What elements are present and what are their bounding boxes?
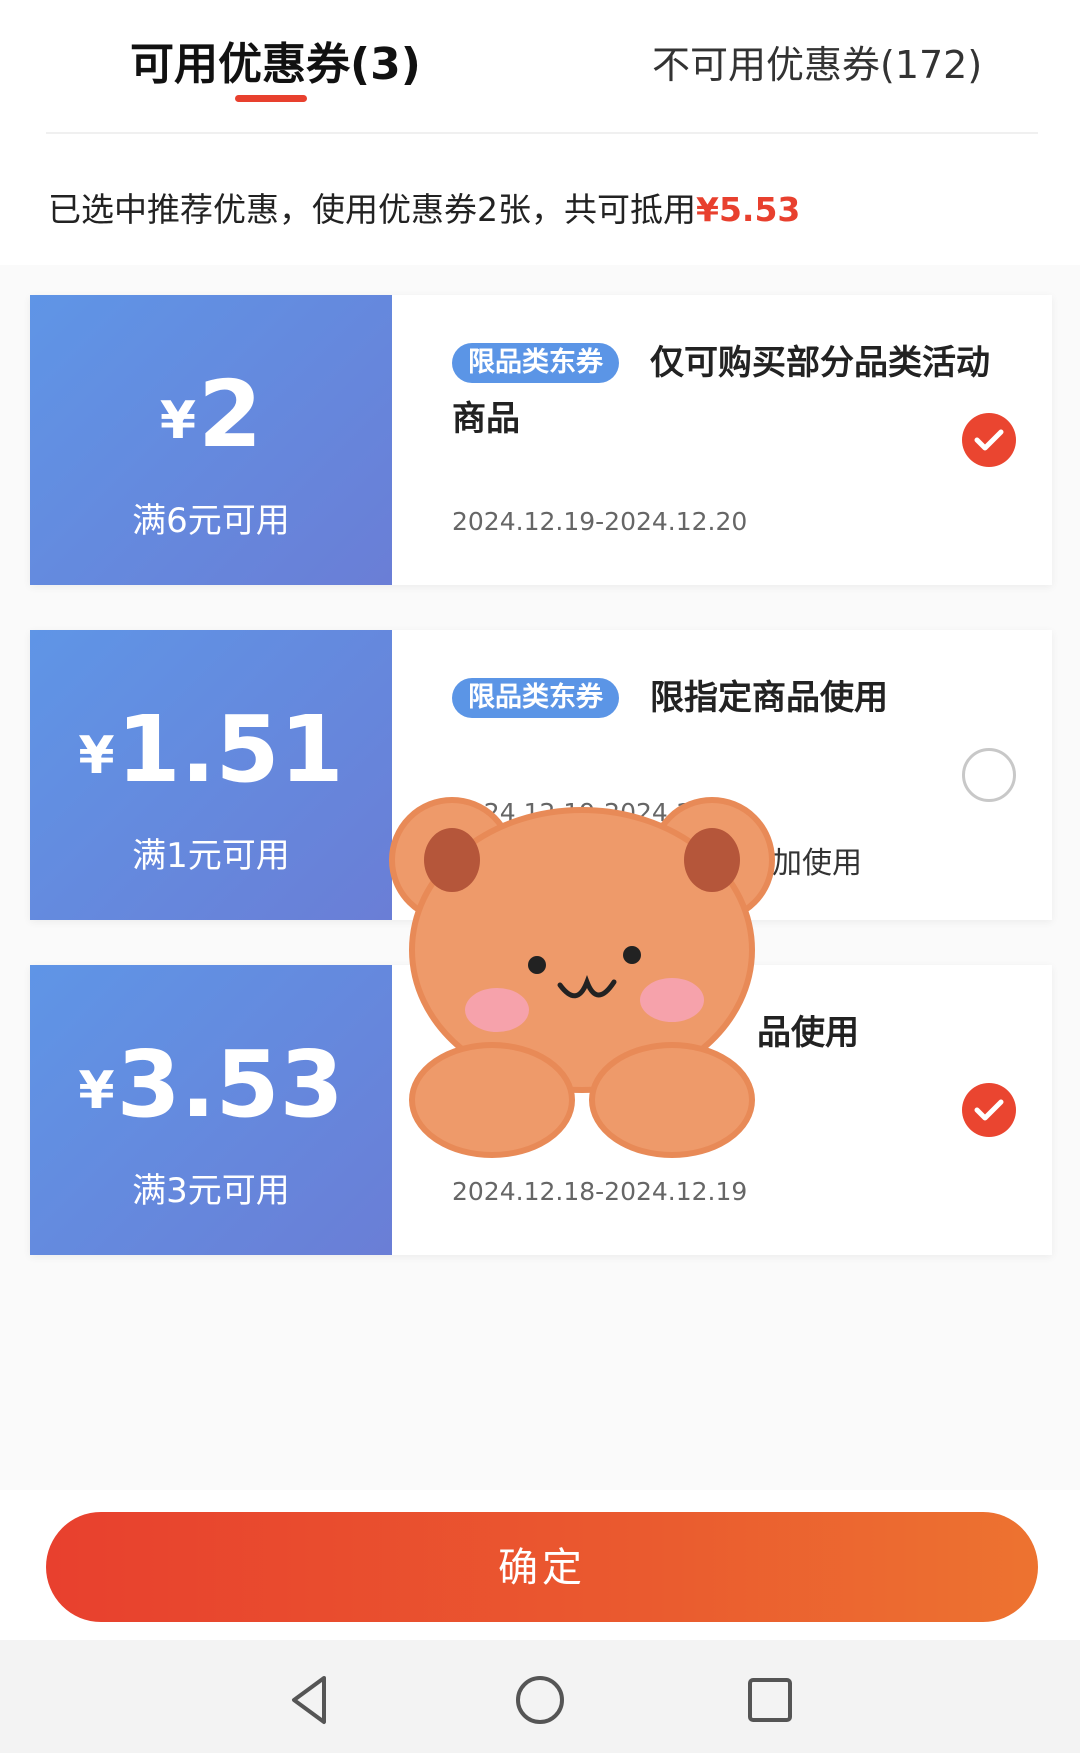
coupon-value-panel: ¥3.53 满3元可用 xyxy=(30,965,392,1255)
coupon-validity: 2024.12.19-2024.12.20 xyxy=(452,507,748,536)
coupon-amount: ¥2 xyxy=(30,365,392,471)
divider xyxy=(46,132,1038,134)
tab-unavailable[interactable]: 不可用优惠券(172) xyxy=(652,34,982,94)
currency-symbol: ¥ xyxy=(78,1061,115,1121)
currency-symbol: ¥ xyxy=(78,726,115,786)
coupon-value: 3.53 xyxy=(116,1031,344,1138)
summary-label: 已选中推荐优惠，使用优惠券2张，共可抵用 xyxy=(48,190,696,229)
coupon-type-badge: 限品类东券 xyxy=(452,678,619,718)
coupon-condition: 满6元可用 xyxy=(132,501,290,541)
recents-square-icon[interactable] xyxy=(740,1670,800,1730)
coupon-condition: 满1元可用 xyxy=(132,836,290,876)
coupon-select-toggle[interactable] xyxy=(962,413,1016,467)
coupon-condition: 满3元可用 xyxy=(132,1171,290,1211)
confirm-bar: 确定 xyxy=(0,1490,1080,1640)
coupon-value-panel: ¥1.51 满1元可用 xyxy=(30,630,392,920)
system-nav-bar xyxy=(0,1640,1080,1753)
home-circle-icon[interactable] xyxy=(510,1670,570,1730)
bear-sticker-icon xyxy=(389,797,775,1158)
confirm-button[interactable]: 确定 xyxy=(46,1512,1038,1622)
check-icon xyxy=(974,1099,1004,1121)
coupon-card[interactable]: ¥2 满6元可用 仅可购买部分品类活动商品 限品类东券 2024.12.19-2… xyxy=(30,295,1052,585)
coupon-type-badge: 限品类东券 xyxy=(452,343,619,383)
back-triangle-icon[interactable] xyxy=(280,1670,340,1730)
selection-summary: 已选中推荐优惠，使用优惠券2张，共可抵用¥5.53 xyxy=(0,135,1080,265)
check-icon xyxy=(974,429,1004,451)
coupon-validity: 2024.12.18-2024.12.19 xyxy=(452,1177,748,1206)
summary-amount: ¥5.53 xyxy=(696,190,801,229)
coupon-amount: ¥3.53 xyxy=(30,1035,392,1141)
coupon-value-panel: ¥2 满6元可用 xyxy=(30,295,392,585)
active-tab-indicator xyxy=(235,95,307,102)
summary-text: 已选中推荐优惠，使用优惠券2张，共可抵用¥5.53 xyxy=(48,183,800,231)
coupon-value: 1.51 xyxy=(116,696,344,803)
coupon-details: 仅可购买部分品类活动商品 限品类东券 2024.12.19-2024.12.20 xyxy=(392,295,1052,585)
tab-available[interactable]: 可用优惠券(3) xyxy=(130,28,421,90)
coupon-tabs: 可用优惠券(3) 不可用优惠券(172) xyxy=(0,0,1080,135)
coupon-select-toggle[interactable] xyxy=(962,1083,1016,1137)
currency-symbol: ¥ xyxy=(159,391,197,451)
coupon-amount: ¥1.51 xyxy=(30,700,392,806)
coupon-select-toggle[interactable] xyxy=(962,748,1016,802)
coupon-title: 品使用 xyxy=(757,1013,859,1053)
coupon-note: 加使用 xyxy=(772,846,862,881)
coupon-value: 2 xyxy=(198,361,263,468)
